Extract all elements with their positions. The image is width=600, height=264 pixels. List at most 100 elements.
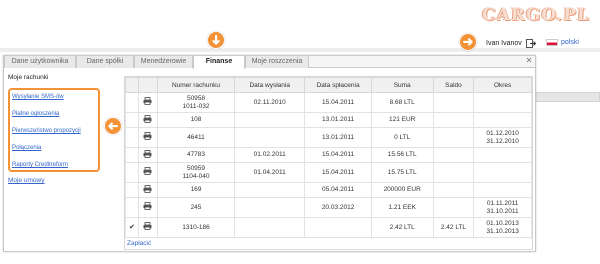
period-cell <box>473 182 532 198</box>
arrow-right-icon: ➜ <box>459 33 477 51</box>
sidebar-item-connections[interactable]: Połączenia <box>12 143 96 160</box>
paid-date: 20.03.2012 <box>304 197 372 218</box>
check-icon: ✔ <box>128 223 135 231</box>
sidebar-item-paid-ads[interactable]: Płatne ogłoszenia <box>12 109 96 126</box>
sum-value: 0 LTL <box>370 127 434 148</box>
printer-icon[interactable] <box>143 184 152 193</box>
tab-managers[interactable]: Menedżerowie <box>134 56 193 68</box>
row-checkbox[interactable] <box>125 182 139 198</box>
print-cell[interactable] <box>137 112 159 128</box>
column-header-print <box>137 77 159 93</box>
table-row[interactable]: 108 13.01.2011 121 EUR <box>125 112 532 128</box>
tab-company-data[interactable]: Dane spółki <box>76 56 134 68</box>
table-row[interactable]: 50958 1011-032 02.11.2010 15.04.2011 8.68 LT… <box>125 92 532 113</box>
row-checkbox[interactable] <box>125 127 139 148</box>
invoice-number-main: 50958 <box>186 94 206 102</box>
sum-value: 15.75 LTL <box>370 162 434 183</box>
printer-icon[interactable] <box>143 149 152 158</box>
period-end: 31.10.2013 <box>486 227 519 235</box>
print-cell[interactable] <box>137 127 159 148</box>
period-start: 01.12.2010 <box>486 129 519 137</box>
print-cell[interactable] <box>137 92 159 113</box>
table-row[interactable]: 50959 1104-040 01.04.2011 15.04.2011 15.75 L… <box>125 162 532 183</box>
sidebar-item-contracts[interactable]: Moje umowy <box>6 172 112 189</box>
sent-date: 01.04.2011 <box>233 162 306 183</box>
sent-date: 01.02.2011 <box>233 147 306 163</box>
user-name[interactable]: Ivan Ivanov <box>486 40 522 47</box>
invoice-number[interactable]: 50959 1104-040 <box>157 162 235 183</box>
balance-value <box>432 182 475 198</box>
language-link[interactable]: polski <box>561 39 579 46</box>
print-cell[interactable] <box>137 162 159 183</box>
pay-link[interactable]: Zapłacić <box>127 240 151 247</box>
invoice-number-sub: 1104-040 <box>182 172 210 180</box>
table-row[interactable]: 245 20.03.2012 1.21 EEK 01.11.2011 31.10.201… <box>125 197 532 218</box>
printer-icon[interactable] <box>143 132 152 140</box>
period-end: 31.10.2011 <box>486 207 519 215</box>
print-cell[interactable] <box>137 217 159 238</box>
invoice-table: Numer rachunku Data wysłania Data spłace… <box>125 77 532 238</box>
paid-date: 15.04.2011 <box>304 92 372 113</box>
sent-date <box>233 182 306 198</box>
printer-icon[interactable] <box>143 97 152 105</box>
row-checkbox[interactable] <box>125 147 139 163</box>
column-header-balance: Saldo <box>432 77 475 93</box>
print-cell[interactable] <box>137 147 159 163</box>
invoice-number[interactable]: 47783 <box>157 147 235 163</box>
sum-value: 121 EUR <box>370 112 434 128</box>
print-cell[interactable] <box>137 182 159 198</box>
table-row[interactable]: 47783 01.02.2011 15.04.2011 15.56 LTL <box>125 147 532 163</box>
arrow-down-icon: ➜ <box>207 31 225 49</box>
close-icon[interactable]: ✕ <box>525 57 533 65</box>
language-selector[interactable]: polski <box>546 39 579 46</box>
printer-icon[interactable] <box>143 222 152 230</box>
printer-icon[interactable] <box>143 202 152 210</box>
logo: CARGO.PL <box>481 5 591 25</box>
tab-my-claims[interactable]: Moje roszczenia <box>245 56 309 68</box>
invoice-number[interactable]: 108 <box>157 112 235 128</box>
account-modal: Dane użytkownika Dane spółki Menedżerowi… <box>3 55 536 252</box>
row-checkbox[interactable] <box>125 92 139 113</box>
sidebar: Moje rachunki Wysyłanie SMS-ów Płatne og… <box>6 72 112 189</box>
sidebar-item-sms[interactable]: Wysyłanie SMS-ów <box>12 92 96 109</box>
invoice-number-main: 50959 <box>186 164 206 172</box>
balance-value <box>432 197 475 218</box>
balance-value <box>432 112 475 128</box>
column-header-number: Numer rachunku <box>157 77 235 93</box>
invoice-number[interactable]: 245 <box>157 197 235 218</box>
tab-finance[interactable]: Finanse <box>193 56 245 69</box>
sum-value: 200000 EUR <box>370 182 434 198</box>
table-row[interactable]: 46411 13.01.2011 0 LTL 01.12.2010 31.12.2010 <box>125 127 532 148</box>
print-cell[interactable] <box>137 197 159 218</box>
period-start: 01.11.2011 <box>486 199 519 207</box>
balance-value <box>432 162 475 183</box>
table-row[interactable]: 169 05.04.2011 200000 EUR <box>125 182 532 198</box>
flag-poland-icon <box>546 39 558 46</box>
invoice-number[interactable]: 50958 1011-032 <box>157 92 235 113</box>
invoice-number-main: 169 <box>190 186 202 193</box>
row-checkbox[interactable]: ✔ <box>125 217 139 238</box>
period-cell: 01.11.2011 31.10.2011 <box>473 197 532 218</box>
sent-date <box>233 127 306 148</box>
period-start: 01.10.2013 <box>486 219 519 227</box>
invoice-number[interactable]: 46411 <box>157 127 235 148</box>
invoice-number[interactable]: 1310-186 <box>157 217 235 238</box>
printer-icon[interactable] <box>143 114 152 123</box>
paid-date: 13.01.2011 <box>304 127 372 148</box>
row-checkbox[interactable] <box>125 197 139 218</box>
table-row[interactable]: ✔ 1310-186 2.42 LTL 2.42 LTL 01.10.2013 31.10… <box>125 217 532 238</box>
sidebar-item-priority[interactable]: Pierwszeństwo propozycji <box>12 126 96 143</box>
tab-user-data[interactable]: Dane użytkownika <box>4 56 76 68</box>
sent-date <box>233 197 306 218</box>
invoice-table-panel: Numer rachunku Data wysłania Data spłace… <box>124 76 533 250</box>
row-checkbox[interactable] <box>125 162 139 183</box>
row-checkbox[interactable] <box>125 112 139 128</box>
period-cell: 01.10.2013 31.10.2013 <box>473 217 532 238</box>
sum-value: 15.56 LTL <box>370 147 434 163</box>
logout-icon[interactable] <box>525 39 536 48</box>
page-header-bar <box>0 48 600 52</box>
invoice-number[interactable]: 169 <box>157 182 235 198</box>
sum-value: 2.42 LTL <box>370 217 434 238</box>
printer-icon[interactable] <box>143 167 152 175</box>
column-header-sent: Data wysłania <box>233 77 306 93</box>
